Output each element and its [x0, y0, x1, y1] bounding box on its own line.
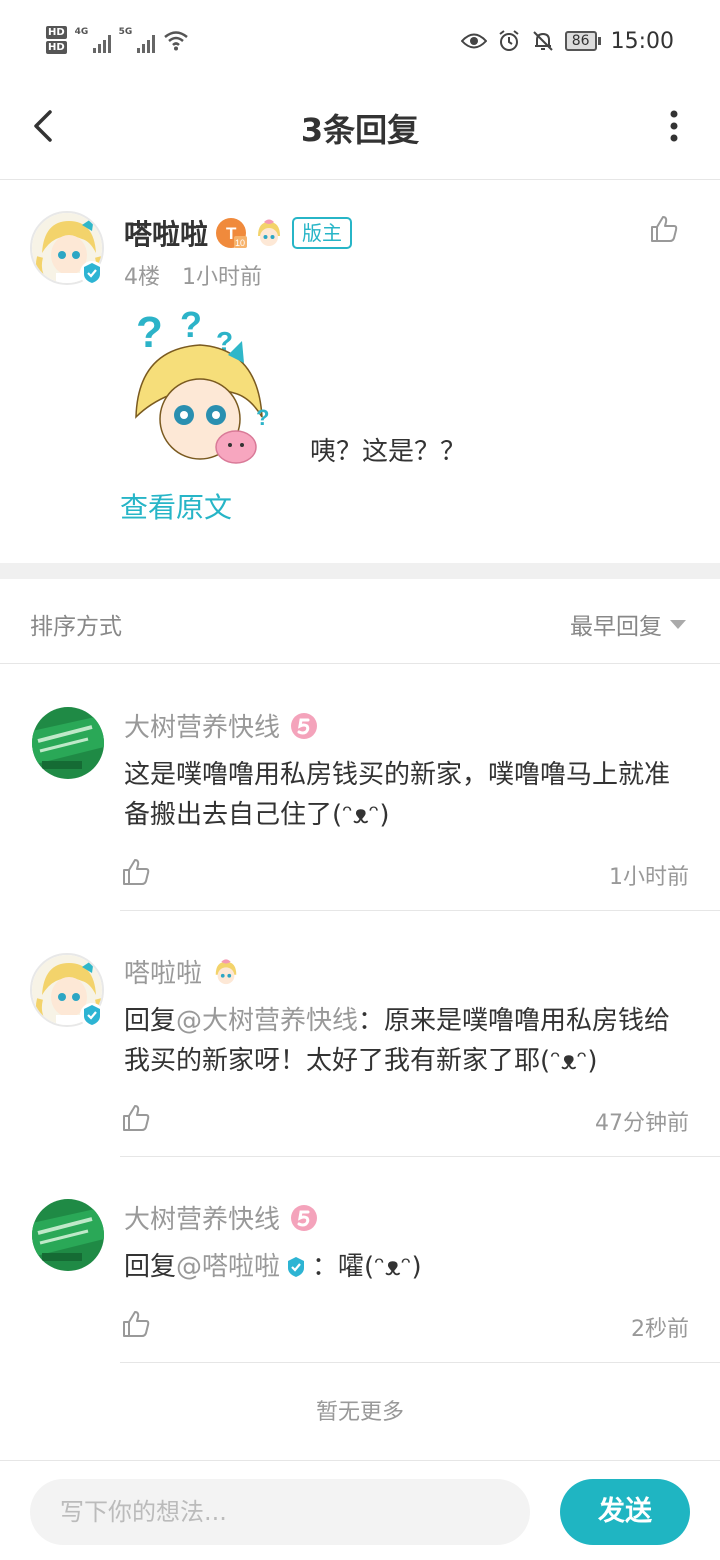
- post-meta: 4楼 1小时前: [124, 259, 262, 291]
- sort-label: 排序方式: [30, 614, 122, 640]
- main-post: 嗒啦啦 T 10 版主 4楼 1小时前 ? ? ? ? 咦？这是？？ 查看原文: [0, 181, 720, 563]
- battery-icon: 86: [564, 31, 601, 51]
- svg-text:10: 10: [235, 238, 245, 248]
- reply-text: 这是噗噜噜用私房钱买的新家，噗噜噜马上就准备搬出去自己住了(ᵔᴥᵔ): [124, 760, 671, 830]
- post-author-row: 嗒啦啦 T 10 版主: [124, 213, 353, 253]
- view-original-link[interactable]: 查看原文: [120, 486, 232, 526]
- reply-item: 大树营养快线 这是噗噜噜用私房钱买的新家，噗噜噜马上就准备搬出去自己住了(ᵔᴥᵔ…: [0, 707, 720, 911]
- hd1-label: HD: [46, 26, 67, 39]
- green-package-avatar-icon: [32, 1199, 104, 1271]
- pink-level-badge-icon: [291, 712, 318, 739]
- avatar[interactable]: [30, 211, 104, 285]
- reply-author-name[interactable]: 大树营养快线: [124, 707, 280, 744]
- post-author-name[interactable]: 嗒啦啦: [124, 213, 208, 253]
- reply-author-name[interactable]: 嗒啦啦: [124, 953, 202, 990]
- sort-value: 最早回复: [570, 614, 662, 640]
- svg-text:?: ?: [136, 308, 163, 357]
- mute-bell-icon: [533, 31, 553, 51]
- reply-time: 47分钟前: [595, 1111, 689, 1136]
- verified-badge-icon: [288, 1257, 305, 1277]
- reply-time: 1小时前: [609, 865, 689, 890]
- status-bar: HD HD 4G 5G 86 15:00: [0, 0, 720, 80]
- svg-text:?: ?: [180, 307, 202, 345]
- verified-badge-icon: [80, 261, 104, 285]
- reply-prefix: 回复: [124, 1252, 177, 1282]
- no-more-label: 暂无更多: [315, 1400, 404, 1425]
- reply-body: ：嚯(ᵔᴥᵔ): [312, 1252, 422, 1282]
- reply-item: 大树营养快线 回复 @嗒啦啦 ：嚯(ᵔᴥᵔ) 2秒前: [0, 1199, 720, 1363]
- reply-text: 回复@大树营养快线：原来是噗噜噜用私房钱给我买的新家呀！太好了我有新家了耶(ᵔᴥ…: [124, 1001, 694, 1081]
- hd-indicator: HD HD: [46, 26, 67, 54]
- mention-link[interactable]: @大树营养快线: [176, 1006, 358, 1036]
- reply-prefix: 回复: [124, 1006, 177, 1036]
- avatar[interactable]: [32, 707, 104, 779]
- character-badge-icon: [258, 219, 281, 246]
- pink-level-badge-icon: [291, 1204, 318, 1231]
- eye-icon: [460, 33, 487, 49]
- post-time: 1小时前: [182, 265, 262, 290]
- battery-level: 86: [564, 31, 597, 51]
- page-title: 3条回复: [300, 111, 420, 149]
- signal-4g-icon: 4G: [75, 27, 111, 53]
- confused-girl-sticker-icon: ? ? ? ?: [135, 307, 269, 464]
- section-divider: [0, 563, 720, 579]
- character-badge-icon: [215, 958, 237, 984]
- signal-5g-icon: 5G: [119, 27, 155, 53]
- like-thumb-icon[interactable]: [649, 214, 679, 244]
- send-button[interactable]: 发送: [560, 1479, 690, 1545]
- chevron-down-icon: [670, 619, 686, 629]
- net1-label: 4G: [74, 27, 89, 37]
- floor-number: 4楼: [124, 265, 160, 290]
- like-thumb-icon[interactable]: [121, 857, 151, 887]
- header: 3条回复: [0, 80, 720, 180]
- reply-text: 回复 @嗒啦啦 ：嚯(ᵔᴥᵔ): [124, 1247, 694, 1287]
- like-thumb-icon[interactable]: [121, 1103, 151, 1133]
- comment-input[interactable]: [30, 1479, 530, 1545]
- composer-bar: 发送: [0, 1460, 720, 1560]
- like-thumb-icon[interactable]: [121, 1309, 151, 1339]
- avatar[interactable]: [30, 953, 104, 1027]
- sort-bar: 排序方式 最早回复: [0, 579, 720, 664]
- green-package-avatar-icon: [32, 707, 104, 779]
- reply-item: 嗒啦啦 回复@大树营养快线：原来是噗噜噜用私房钱给我买的新家呀！太好了我有新家了…: [0, 953, 720, 1157]
- reply-author-name[interactable]: 大树营养快线: [124, 1199, 280, 1236]
- more-options-icon[interactable]: [668, 110, 680, 142]
- clock: 15:00: [610, 28, 674, 54]
- svg-text:?: ?: [256, 405, 269, 430]
- avatar[interactable]: [32, 1199, 104, 1271]
- hd2-label: HD: [46, 41, 67, 54]
- wifi-icon: [163, 31, 188, 51]
- reply-time: 2秒前: [631, 1317, 689, 1342]
- post-content: 咦？这是？？: [310, 437, 467, 467]
- sort-dropdown[interactable]: 最早回复: [570, 607, 686, 641]
- moderator-badge: 版主: [292, 217, 353, 249]
- mention-link[interactable]: @嗒啦啦: [176, 1247, 280, 1287]
- verified-badge-icon: [80, 1003, 104, 1027]
- net2-label: 5G: [118, 27, 133, 37]
- level-badge-icon: T 10: [216, 218, 248, 248]
- alarm-icon: [499, 30, 519, 51]
